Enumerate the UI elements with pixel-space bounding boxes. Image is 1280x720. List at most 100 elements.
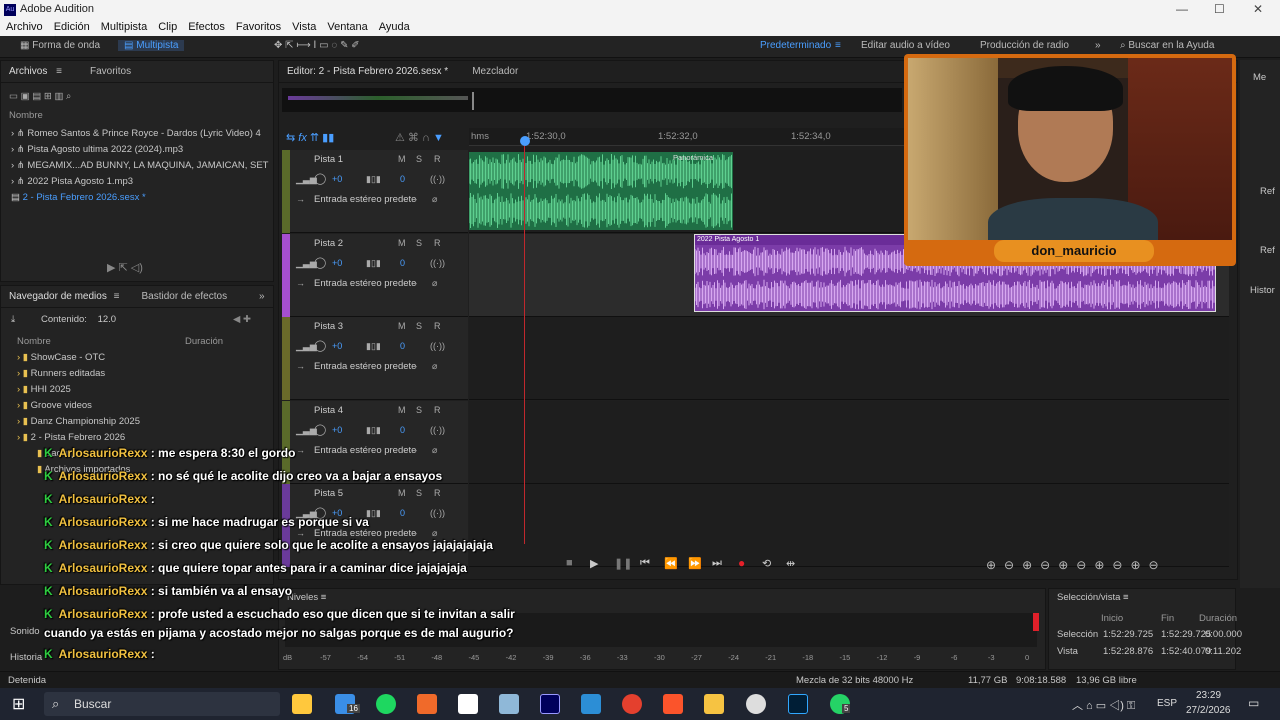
- track-header[interactable]: Pista 2 M S R ▁▃▅ ◯ +0 ▮▯▮ 0 ((·)) → Entrada estére…: [282, 233, 468, 317]
- media-download-icon[interactable]: ⤓: [11, 314, 15, 325]
- right-tab-1[interactable]: Me: [1253, 72, 1266, 83]
- tray-icons[interactable]: ︿ ⌂ ▭ ◁) ⚿: [1072, 697, 1135, 713]
- tray-date[interactable]: 27/2/2026: [1186, 705, 1231, 716]
- track-pan[interactable]: 0: [400, 258, 405, 268]
- file-item[interactable]: › ⋔ Romeo Santos & Prince Royce - Dardos…: [11, 128, 261, 139]
- selection-duration[interactable]: 0:00.000: [1205, 629, 1242, 640]
- track-input[interactable]: Entrada estéreo predete: [314, 445, 416, 456]
- minimize-button[interactable]: —: [1176, 2, 1188, 16]
- track-header[interactable]: Pista 3 M S R ▁▃▅ ◯ +0 ▮▯▮ 0 ((·)) → Entrada estére…: [282, 317, 468, 400]
- track-name[interactable]: Pista 3: [314, 321, 343, 332]
- right-tab-4[interactable]: Histor: [1250, 285, 1275, 296]
- media-item[interactable]: › ▮ HHI 2025: [17, 384, 71, 395]
- volume-knob-icon[interactable]: ◯: [314, 256, 326, 269]
- volume-knob-icon[interactable]: ◯: [314, 172, 326, 185]
- files-column-name[interactable]: Nombre: [9, 110, 43, 121]
- app-lightblue-icon[interactable]: [499, 694, 519, 714]
- media-col-duration[interactable]: Duración: [185, 336, 223, 347]
- volume-knob-icon[interactable]: ◯: [314, 423, 326, 436]
- monitor-icon[interactable]: ((·)): [430, 174, 445, 184]
- track-tools-icons[interactable]: ⇆ fx ⇈ ▮▮: [286, 131, 334, 144]
- track-volume[interactable]: +0: [332, 258, 342, 268]
- record-arm-button[interactable]: R: [434, 154, 441, 164]
- photoshop-icon[interactable]: [788, 694, 808, 714]
- record-arm-button[interactable]: R: [434, 405, 441, 415]
- track-pan[interactable]: 0: [400, 425, 405, 435]
- record-arm-button[interactable]: R: [434, 488, 441, 498]
- menu-5[interactable]: Favoritos: [236, 21, 281, 33]
- view-start[interactable]: 1:52:28.876: [1103, 646, 1153, 657]
- track-volume[interactable]: +0: [332, 174, 342, 184]
- stop-button[interactable]: ■: [566, 557, 573, 569]
- monitor-icon[interactable]: ((·)): [430, 425, 445, 435]
- rewind-button[interactable]: ⏪: [664, 557, 678, 570]
- menu-1[interactable]: Edición: [54, 21, 90, 33]
- menu-7[interactable]: Ventana: [327, 21, 367, 33]
- folder-icon[interactable]: [704, 694, 724, 714]
- workspace-menu-icon[interactable]: ≡: [835, 40, 841, 51]
- track-lane[interactable]: [469, 317, 1229, 400]
- solo-button[interactable]: S: [416, 405, 422, 415]
- phase-icon[interactable]: ⌀: [432, 278, 437, 289]
- tab-favorites[interactable]: Favoritos: [90, 66, 131, 77]
- media-item[interactable]: › ▮ Runners editadas: [17, 368, 105, 379]
- mute-button[interactable]: M: [398, 154, 406, 164]
- obs-icon[interactable]: [746, 694, 766, 714]
- mute-button[interactable]: M: [398, 321, 406, 331]
- audition-taskbar-icon[interactable]: [540, 694, 560, 714]
- menu-8[interactable]: Ayuda: [379, 21, 410, 33]
- track-input[interactable]: Entrada estéreo predete: [314, 194, 416, 205]
- file-item[interactable]: ▤ 2 - Pista Febrero 2026.sesx *: [11, 192, 146, 203]
- app-orange-icon[interactable]: [417, 694, 437, 714]
- volume-knob-icon[interactable]: ◯: [314, 339, 326, 352]
- content-select[interactable]: 12.0: [98, 314, 117, 325]
- zoom-controls-icons[interactable]: ⊕⊖⊕⊖⊕⊖⊕⊖⊕⊖: [986, 558, 1167, 572]
- track-name[interactable]: Pista 1: [314, 154, 343, 165]
- menu-0[interactable]: Archivo: [6, 21, 43, 33]
- tab-levels[interactable]: Niveles ≡: [287, 592, 326, 603]
- file-item[interactable]: › ⋔ 2022 Pista Agosto 1.mp3: [11, 176, 133, 187]
- tab-files[interactable]: Archivos: [9, 66, 47, 77]
- tab-selection-view[interactable]: Selección/vista ≡: [1057, 592, 1129, 603]
- track-pan[interactable]: 0: [400, 508, 405, 518]
- menu-2[interactable]: Multipista: [101, 21, 147, 33]
- help-search[interactable]: ⌕ Buscar en la Ayuda: [1120, 40, 1214, 51]
- file-item[interactable]: › ⋔ MEGAMIX...AD BUNNY, LA MAQUINA, JAMA…: [11, 160, 268, 171]
- history-panel-label[interactable]: Historia: [10, 652, 42, 663]
- track-lane[interactable]: [469, 400, 1229, 484]
- media-item[interactable]: › ▮ ShowCase - OTC: [17, 352, 105, 363]
- track-name[interactable]: Pista 5: [314, 488, 343, 499]
- mute-button[interactable]: M: [398, 405, 406, 415]
- record-arm-button[interactable]: R: [434, 321, 441, 331]
- maximize-button[interactable]: ☐: [1214, 2, 1225, 16]
- solo-button[interactable]: S: [416, 321, 422, 331]
- tab-mixer[interactable]: Mezclador: [472, 66, 518, 77]
- nav-arrows-icon[interactable]: ◀ ✚: [233, 314, 251, 325]
- record-button[interactable]: ●: [738, 556, 745, 570]
- media-item[interactable]: › ▮ Danz Championship 2025: [17, 416, 140, 427]
- store-icon[interactable]: [292, 694, 312, 714]
- pause-button[interactable]: ❚❚: [614, 557, 632, 570]
- whatsapp-icon[interactable]: 5: [830, 694, 851, 714]
- selection-end[interactable]: 1:52:29.725: [1161, 629, 1211, 640]
- media-col-name[interactable]: Nombre: [17, 336, 51, 347]
- selection-start[interactable]: 1:52:29.725: [1103, 629, 1153, 640]
- mute-button[interactable]: M: [398, 488, 406, 498]
- track-input[interactable]: Entrada estéreo predete: [314, 278, 416, 289]
- workspace-radio[interactable]: Producción de radio: [980, 40, 1069, 51]
- spotify-icon[interactable]: [376, 694, 396, 714]
- skip-button[interactable]: ⇹: [786, 557, 795, 570]
- multitrack-view-button[interactable]: ▤ Multipista: [118, 40, 185, 51]
- forward-button[interactable]: ⏩: [688, 557, 702, 570]
- menu-4[interactable]: Efectos: [188, 21, 225, 33]
- vscode-icon[interactable]: [581, 694, 601, 714]
- tab-editor[interactable]: Editor: 2 - Pista Febrero 2026.sesx *: [287, 66, 448, 77]
- media-item[interactable]: › ▮ 2 - Pista Febrero 2026: [17, 432, 125, 443]
- sound-panel-label[interactable]: Sonido: [10, 626, 40, 637]
- track-pan[interactable]: 0: [400, 341, 405, 351]
- track-header[interactable]: Pista 1 M S R ▁▃▅ ◯ +0 ▮▯▮ 0 ((·)) → Entrada estére…: [282, 150, 468, 233]
- file-explorer-blue-icon[interactable]: 16: [335, 694, 360, 714]
- track-name[interactable]: Pista 4: [314, 405, 343, 416]
- previous-button[interactable]: ⏮: [640, 557, 650, 570]
- waveform-view-button[interactable]: ▦ Forma de onda: [20, 40, 100, 51]
